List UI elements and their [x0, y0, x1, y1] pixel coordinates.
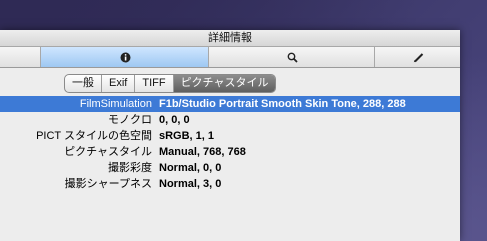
- property-row[interactable]: 撮影シャープネス Normal, 3, 0: [0, 176, 460, 192]
- property-value: 0, 0, 0: [159, 114, 190, 126]
- property-row[interactable]: FilmSimulation F1b/Studio Portrait Smoot…: [0, 96, 460, 112]
- search-icon: [287, 52, 298, 63]
- property-key: 撮影シャープネス: [64, 178, 152, 190]
- property-key: ピクチャスタイル: [64, 146, 152, 158]
- info-window: 詳細情報 一般 Exif TIFF ピクチャスタイル FilmSimulatio…: [0, 30, 460, 241]
- property-value: Manual, 768, 768: [159, 146, 246, 158]
- segment-search[interactable]: [208, 47, 375, 67]
- inspector-segmented-toolbar: [0, 47, 460, 68]
- property-value: Normal, 3, 0: [159, 178, 222, 190]
- tab-picture-style[interactable]: ピクチャスタイル: [173, 75, 276, 92]
- property-key: PICT スタイルの色空間: [36, 130, 152, 142]
- pen-icon: [413, 52, 423, 62]
- info-icon: [120, 52, 130, 62]
- property-key: モノクロ: [108, 114, 152, 126]
- tab-general[interactable]: 一般: [65, 75, 102, 92]
- property-key: 撮影彩度: [108, 162, 152, 174]
- property-row[interactable]: モノクロ 0, 0, 0: [0, 112, 460, 128]
- segment-info[interactable]: [40, 47, 209, 67]
- property-list: FilmSimulation F1b/Studio Portrait Smoot…: [0, 96, 460, 192]
- property-value: Normal, 0, 0: [159, 162, 222, 174]
- tab-tiff[interactable]: TIFF: [135, 75, 174, 92]
- window-title: 詳細情報: [0, 30, 460, 47]
- property-value: sRGB, 1, 1: [159, 130, 215, 142]
- property-row[interactable]: ピクチャスタイル Manual, 768, 768: [0, 144, 460, 160]
- metadata-tabs: 一般 Exif TIFF ピクチャスタイル: [64, 74, 277, 93]
- property-row[interactable]: 撮影彩度 Normal, 0, 0: [0, 160, 460, 176]
- property-value: F1b/Studio Portrait Smooth Skin Tone, 28…: [159, 98, 406, 110]
- property-key: FilmSimulation: [79, 98, 152, 110]
- tab-row: 一般 Exif TIFF ピクチャスタイル: [0, 68, 460, 96]
- segment-edit[interactable]: [374, 47, 460, 67]
- tab-exif[interactable]: Exif: [102, 75, 136, 92]
- property-row[interactable]: PICT スタイルの色空間 sRGB, 1, 1: [0, 128, 460, 144]
